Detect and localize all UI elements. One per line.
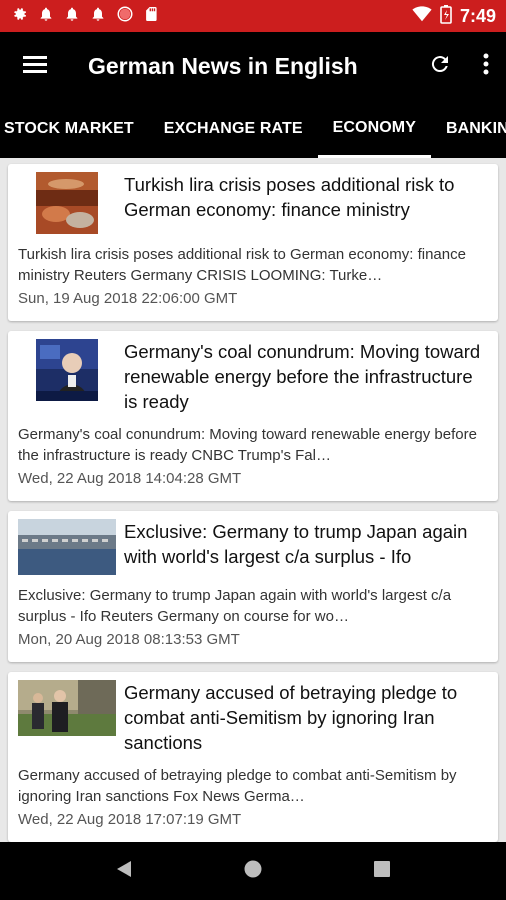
record-icon [116, 5, 134, 28]
news-title[interactable]: Germany accused of betraying pledge to c… [116, 680, 488, 755]
wifi-icon [412, 5, 432, 27]
home-icon[interactable] [243, 859, 263, 884]
back-icon[interactable] [115, 859, 133, 884]
clock: 7:49 [459, 5, 496, 26]
card-header: Exclusive: Germany to trump Japan again … [18, 519, 488, 575]
news-description: Germany accused of betraying pledge to c… [18, 767, 457, 805]
status-right-icons: 7:49 [412, 4, 496, 29]
more-options-button[interactable] [466, 32, 506, 100]
sd-card-icon [144, 5, 158, 28]
category-tabs: STOCK MARKET EXCHANGE RATE ECONOMY BANKI… [0, 100, 506, 158]
bell-icon [38, 5, 54, 28]
tab-stock-market[interactable]: STOCK MARKET [0, 100, 149, 158]
tab-exchange-rate[interactable]: EXCHANGE RATE [149, 100, 318, 158]
recents-icon[interactable] [373, 860, 391, 883]
news-thumbnail [18, 519, 116, 575]
news-date: Sun, 19 Aug 2018 22:06:00 GMT [18, 290, 238, 307]
news-thumbnail [18, 172, 116, 234]
bell-icon [90, 5, 106, 28]
card-header: Germany accused of betraying pledge to c… [18, 680, 488, 755]
app-bar: German News in English [0, 32, 506, 100]
menu-button[interactable] [0, 32, 70, 100]
news-date: Wed, 22 Aug 2018 17:07:19 GMT [18, 811, 242, 828]
bell-icon [64, 5, 80, 28]
system-nav-bar [0, 842, 506, 900]
app-title: German News in English [88, 52, 358, 79]
settings-icon [10, 5, 28, 28]
battery-icon [440, 4, 452, 29]
tab-economy[interactable]: ECONOMY [317, 100, 431, 158]
refresh-button[interactable] [414, 32, 466, 100]
app-screen: 7:49 German News in English STOCK MARKET… [0, 0, 506, 900]
news-card[interactable]: Germany accused of betraying pledge to c… [8, 672, 498, 842]
news-description: Germany's coal conundrum: Moving toward … [18, 426, 477, 464]
news-title[interactable]: Exclusive: Germany to trump Japan again … [116, 519, 488, 569]
news-description: Exclusive: Germany to trump Japan again … [18, 587, 452, 625]
refresh-icon [428, 52, 452, 81]
card-header: Germany's coal conundrum: Moving toward … [18, 339, 488, 414]
menu-icon [23, 54, 47, 79]
news-feed: Turkish lira crisis poses additional ris… [0, 158, 506, 842]
news-title[interactable]: Germany's coal conundrum: Moving toward … [116, 339, 488, 414]
news-date: Wed, 22 Aug 2018 14:04:28 GMT [18, 470, 242, 487]
news-date: Mon, 20 Aug 2018 08:13:53 GMT [18, 631, 240, 648]
card-header: Turkish lira crisis poses additional ris… [18, 172, 488, 234]
news-card[interactable]: Germany's coal conundrum: Moving toward … [8, 331, 498, 501]
more-vert-icon [483, 53, 489, 80]
news-card[interactable]: Turkish lira crisis poses additional ris… [8, 164, 498, 321]
news-description: Turkish lira crisis poses additional ris… [18, 246, 466, 284]
status-bar: 7:49 [0, 0, 506, 32]
news-thumbnail [18, 680, 116, 736]
status-left-icons [10, 5, 158, 28]
news-thumbnail [18, 339, 116, 401]
news-card[interactable]: Exclusive: Germany to trump Japan again … [8, 511, 498, 662]
tab-banking[interactable]: BANKING [431, 100, 506, 158]
news-title[interactable]: Turkish lira crisis poses additional ris… [116, 172, 488, 222]
